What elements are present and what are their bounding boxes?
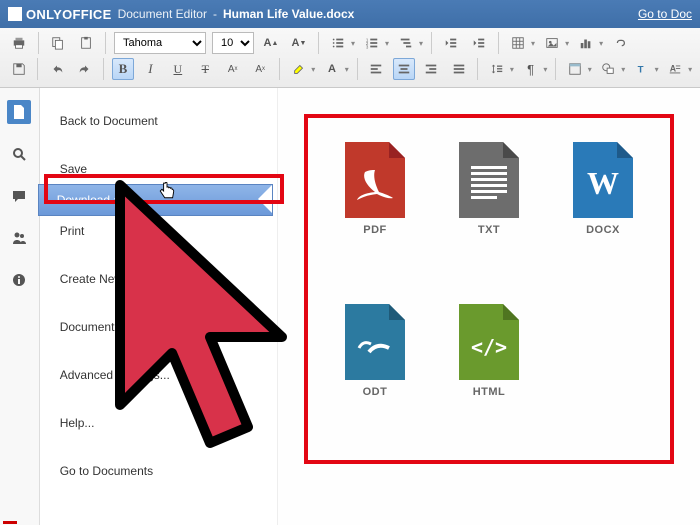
brand-icon	[8, 7, 22, 21]
line-spacing-button[interactable]	[486, 58, 507, 80]
align-justify-button[interactable]	[448, 58, 469, 80]
font-size-select[interactable]: 10	[212, 32, 254, 54]
increase-font-button[interactable]: A▲	[260, 32, 282, 54]
insert-dropcap-button[interactable]: A	[665, 58, 686, 80]
format-html-label: HTML	[473, 386, 506, 398]
workspace: Back to Document Save Download as... Pri…	[0, 88, 700, 525]
svg-text:W: W	[587, 165, 619, 201]
subscript-button[interactable]: Ax	[249, 58, 270, 80]
copy-button[interactable]	[47, 32, 69, 54]
svg-text:T: T	[638, 65, 644, 76]
bullets-button[interactable]	[327, 32, 349, 54]
comments-icon[interactable]	[7, 184, 31, 208]
left-sidebar	[0, 88, 40, 525]
undo-button[interactable]	[46, 58, 67, 80]
svg-text:3: 3	[366, 44, 369, 49]
format-odt[interactable]: ODT	[338, 304, 412, 436]
go-to-documents-link[interactable]: Go to Doc	[638, 7, 692, 21]
decrease-font-button[interactable]: A▼	[288, 32, 310, 54]
title-bar: ONLYOFFICE Document Editor - Human Life …	[0, 0, 700, 28]
document-name: Human Life Value.docx	[223, 7, 354, 21]
menu-document-info[interactable]: Document Info...	[40, 312, 277, 342]
search-icon[interactable]	[7, 142, 31, 166]
users-icon[interactable]	[7, 226, 31, 250]
font-name-select[interactable]: Tahoma	[114, 32, 206, 54]
format-html[interactable]: </> HTML	[452, 304, 526, 436]
menu-back-to-document[interactable]: Back to Document	[40, 106, 277, 136]
separator: -	[213, 7, 217, 21]
menu-help[interactable]: Help...	[40, 408, 277, 438]
font-color-button[interactable]: A	[321, 58, 342, 80]
menu-go-to-documents[interactable]: Go to Documents	[40, 456, 277, 486]
format-docx[interactable]: W DOCX	[566, 142, 640, 274]
underline-button[interactable]: U	[167, 58, 188, 80]
download-as-panel: PDF TXT W DOCX ODT </> HTML	[278, 88, 700, 525]
format-pdf-label: PDF	[363, 224, 387, 236]
file-menu: Back to Document Save Download as... Pri…	[40, 88, 278, 525]
align-left-button[interactable]	[366, 58, 387, 80]
format-txt[interactable]: TXT	[452, 142, 526, 274]
menu-create-new[interactable]: Create New	[40, 264, 277, 294]
svg-text:A: A	[670, 64, 677, 74]
numbering-button[interactable]: 123	[361, 32, 383, 54]
paragraph-button[interactable]: ¶	[520, 58, 541, 80]
brand: ONLYOFFICE	[8, 7, 112, 22]
editor-label: Document Editor	[118, 7, 207, 21]
info-icon[interactable]	[7, 268, 31, 292]
insert-textart-button[interactable]: T	[631, 58, 652, 80]
highlight-button[interactable]	[288, 58, 309, 80]
insert-link-button[interactable]	[609, 32, 631, 54]
brand-text: ONLYOFFICE	[26, 7, 112, 22]
insert-table-button[interactable]	[507, 32, 529, 54]
insert-image-button[interactable]	[541, 32, 563, 54]
save-button[interactable]	[8, 58, 29, 80]
menu-save[interactable]: Save	[40, 154, 277, 184]
file-tab-icon[interactable]	[7, 100, 31, 124]
print-button[interactable]	[8, 32, 30, 54]
format-docx-label: DOCX	[586, 224, 620, 236]
paste-button[interactable]	[75, 32, 97, 54]
menu-advanced-settings[interactable]: Advanced Settings...	[40, 360, 277, 390]
menu-download-as[interactable]: Download as...	[38, 184, 273, 216]
redo-button[interactable]	[74, 58, 95, 80]
svg-text:</>: </>	[471, 335, 507, 359]
insert-header-button[interactable]	[564, 58, 585, 80]
format-odt-label: ODT	[363, 386, 388, 398]
format-txt-label: TXT	[478, 224, 500, 236]
formats-grid: PDF TXT W DOCX ODT </> HTML	[304, 114, 674, 464]
superscript-button[interactable]: Ax	[222, 58, 243, 80]
insert-chart-button[interactable]	[575, 32, 597, 54]
menu-print[interactable]: Print	[40, 216, 277, 246]
strikethrough-button[interactable]: T	[195, 58, 216, 80]
align-center-button[interactable]	[393, 58, 414, 80]
indent-button[interactable]	[468, 32, 490, 54]
bold-button[interactable]: B	[112, 58, 133, 80]
multilevel-button[interactable]	[395, 32, 417, 54]
outdent-button[interactable]	[440, 32, 462, 54]
format-pdf[interactable]: PDF	[338, 142, 412, 274]
toolbar: Tahoma 10 A▲ A▼ ▾ 123▾ ▾ ▾ ▾ ▾ B I U T A…	[0, 28, 700, 88]
align-right-button[interactable]	[421, 58, 442, 80]
italic-button[interactable]: I	[140, 58, 161, 80]
insert-shape-button[interactable]	[598, 58, 619, 80]
